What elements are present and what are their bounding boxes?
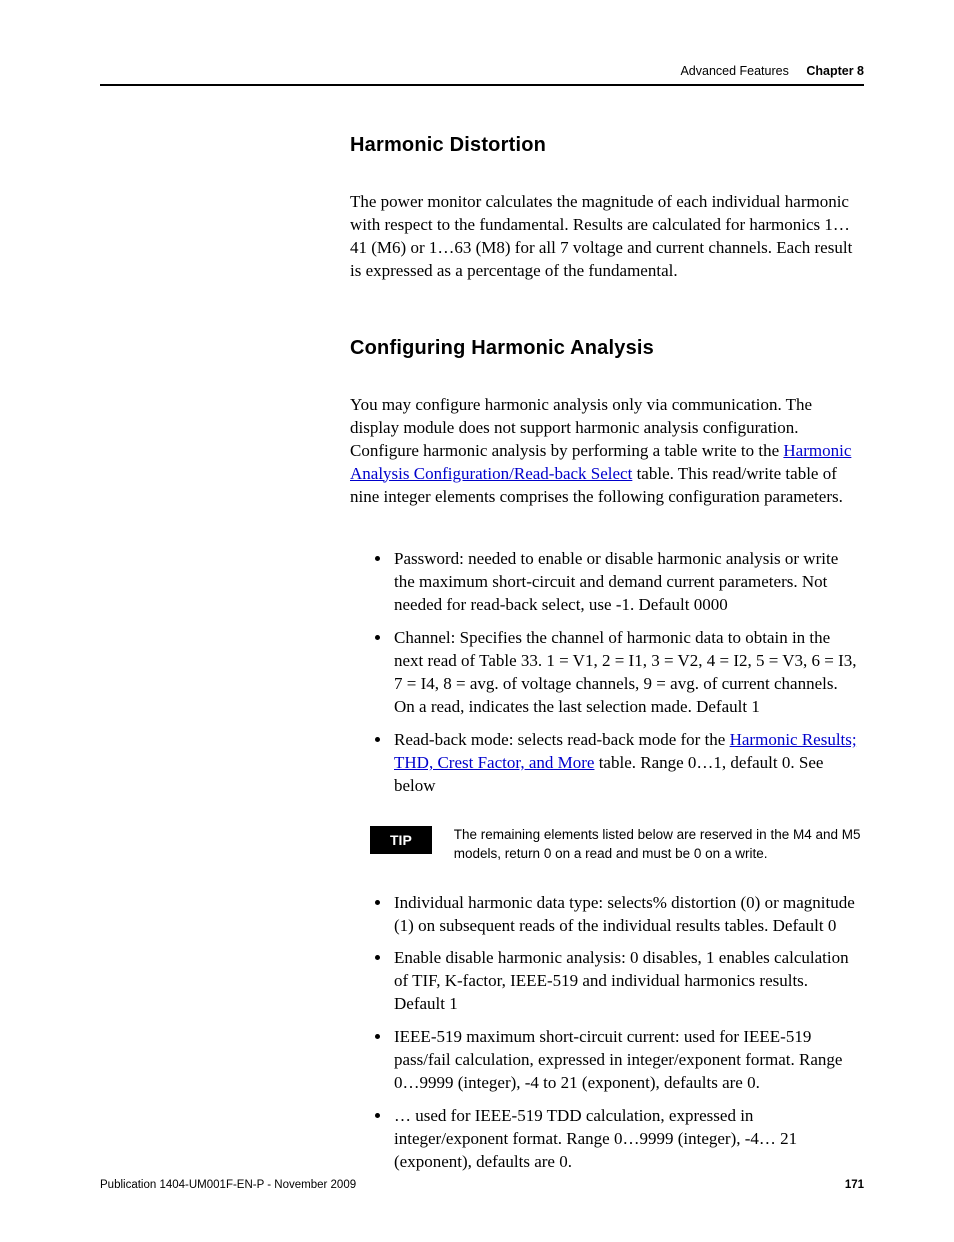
heading-configuring: Configuring Harmonic Analysis: [350, 337, 864, 360]
li-readback-a: Read-back mode: selects read-back mode f…: [394, 730, 730, 749]
page-number: 171: [845, 1179, 864, 1191]
para-config-a: You may configure harmonic analysis only…: [350, 395, 812, 460]
list-item: Password: needed to enable or disable ha…: [392, 548, 858, 617]
config-list-1: Password: needed to enable or disable ha…: [392, 548, 858, 797]
list-item: Channel: Specifies the channel of harmon…: [392, 627, 858, 719]
config-list-2: Individual harmonic data type: selects% …: [392, 892, 858, 1174]
heading-harmonic-distortion: Harmonic Distortion: [350, 134, 864, 157]
publication-id: Publication 1404-UM001F-EN-P - November …: [100, 1179, 356, 1191]
tip-label: TIP: [370, 826, 432, 854]
page-footer: Publication 1404-UM001F-EN-P - November …: [100, 1179, 864, 1191]
tip-text: The remaining elements listed below are …: [454, 826, 864, 864]
list-item: Read-back mode: selects read-back mode f…: [392, 729, 858, 798]
tip-box: TIP The remaining elements listed below …: [370, 826, 864, 864]
para-hd-intro: The power monitor calculates the magnitu…: [350, 191, 864, 283]
list-item: Enable disable harmonic analysis: 0 disa…: [392, 947, 858, 1016]
main-content: Harmonic Distortion The power monitor ca…: [350, 134, 864, 1174]
para-config-intro: You may configure harmonic analysis only…: [350, 394, 864, 509]
list-item: IEEE-519 maximum short-circuit current: …: [392, 1026, 858, 1095]
list-item: … used for IEEE-519 TDD calculation, exp…: [392, 1105, 858, 1174]
page-header: Advanced Features Chapter 8: [100, 64, 864, 86]
list-item: Individual harmonic data type: selects% …: [392, 892, 858, 938]
header-chapter: Chapter 8: [806, 64, 864, 78]
header-section: Advanced Features: [680, 64, 788, 78]
